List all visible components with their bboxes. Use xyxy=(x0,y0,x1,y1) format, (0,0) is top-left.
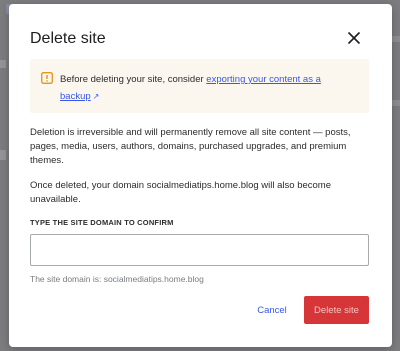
delete-site-button[interactable]: Delete site xyxy=(304,296,369,324)
background-strip xyxy=(392,36,400,42)
domain-unavailable-text: Once deleted, your domain socialmediatip… xyxy=(30,180,331,205)
backup-notice: Before deleting your site, consider expo… xyxy=(30,59,369,113)
site-domain-hint: The site domain is: socialmediatips.home… xyxy=(30,274,204,284)
confirm-field-label: TYPE THE SITE DOMAIN TO CONFIRM xyxy=(30,218,174,227)
close-icon xyxy=(347,31,361,45)
background-strip xyxy=(0,60,6,68)
close-button[interactable] xyxy=(342,26,366,50)
notice-text: Before deleting your site, consider expo… xyxy=(60,71,350,105)
deletion-warning-text: Deletion is irreversible and will perman… xyxy=(30,127,351,166)
notice-text-before: Before deleting your site, consider xyxy=(60,74,207,85)
background-strip xyxy=(392,100,400,106)
external-link-icon: ↗ xyxy=(92,92,100,101)
delete-site-dialog: Delete site Before deleting your site, c… xyxy=(9,4,392,347)
cancel-button[interactable]: Cancel xyxy=(247,296,297,324)
warning-icon xyxy=(41,72,53,84)
confirm-domain-input[interactable] xyxy=(30,234,369,266)
background-strip xyxy=(0,150,6,160)
dialog-title: Delete site xyxy=(30,30,106,47)
